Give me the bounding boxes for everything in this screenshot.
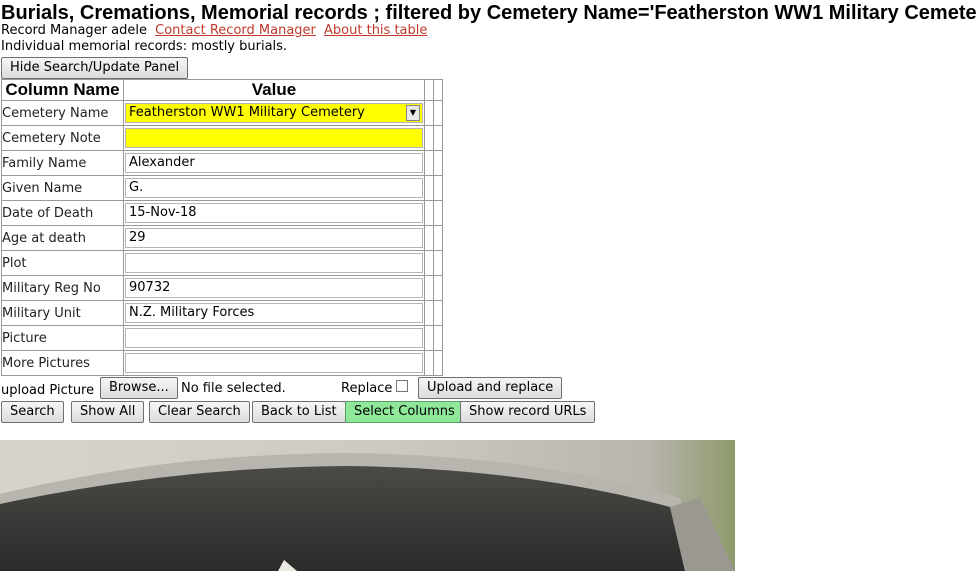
- row-label: Military Unit: [1, 300, 124, 326]
- table-row: Age at death 29: [1, 225, 443, 251]
- row-label: Given Name: [1, 175, 124, 201]
- row-label: Picture: [1, 325, 124, 351]
- replace-label: Replace: [341, 381, 393, 396]
- headstone-image: [0, 440, 735, 571]
- table-description: Individual memorial records: mostly buri…: [1, 39, 288, 54]
- table-row: Picture: [1, 325, 443, 351]
- row-label: Military Reg No: [1, 275, 124, 301]
- header-spacer: [433, 79, 443, 101]
- row-label: Cemetery Note: [1, 125, 124, 151]
- table-row: Military Reg No 90732: [1, 275, 443, 301]
- row-label: Plot: [1, 250, 124, 276]
- picture-input[interactable]: [125, 328, 423, 348]
- more-pictures-input[interactable]: [125, 353, 423, 373]
- table-header: Column Name Value: [1, 79, 443, 101]
- show-record-urls-button[interactable]: Show record URLs: [460, 401, 596, 423]
- cemetery-note-input[interactable]: [125, 128, 423, 148]
- table-row: Cemetery Note: [1, 125, 443, 151]
- upload-label: upload Picture: [1, 383, 95, 398]
- given-name-input[interactable]: G.: [125, 178, 423, 198]
- clear-search-button[interactable]: Clear Search: [149, 401, 250, 423]
- table-row: Plot: [1, 250, 443, 276]
- table-row: More Pictures: [1, 350, 443, 376]
- plot-input[interactable]: [125, 253, 423, 273]
- upload-replace-button[interactable]: Upload and replace: [418, 377, 563, 399]
- manager-text: Record Manager adele: [1, 23, 147, 38]
- cemetery-name-select[interactable]: Featherston WW1 Military Cemetery ▼: [125, 103, 423, 123]
- date-of-death-input[interactable]: 15-Nov-18: [125, 203, 423, 223]
- search-button[interactable]: Search: [1, 401, 64, 423]
- military-reg-no-input[interactable]: 90732: [125, 278, 423, 298]
- upload-row: upload Picture: [1, 380, 94, 402]
- page-title: Burials, Cremations, Memorial records ; …: [1, 2, 978, 24]
- row-label: Cemetery Name: [1, 100, 124, 126]
- headstone-photo: [0, 440, 735, 571]
- row-label: Family Name: [1, 150, 124, 176]
- row-label: Date of Death: [1, 200, 124, 226]
- row-label: More Pictures: [1, 350, 124, 376]
- table-row: Given Name G.: [1, 175, 443, 201]
- table-row: Date of Death 15-Nov-18: [1, 200, 443, 226]
- table-row: Family Name Alexander: [1, 150, 443, 176]
- row-label: Age at death: [1, 225, 124, 251]
- table-row: Military Unit N.Z. Military Forces: [1, 300, 443, 326]
- back-to-list-button[interactable]: Back to List: [252, 401, 346, 423]
- value-header: Value: [123, 79, 425, 101]
- browse-button[interactable]: Browse...: [100, 377, 178, 399]
- contact-manager-link[interactable]: Contact Record Manager: [155, 23, 316, 38]
- cemetery-name-value: Featherston WW1 Military Cemetery: [129, 105, 365, 120]
- header-spacer: [424, 79, 434, 101]
- select-columns-button[interactable]: Select Columns: [345, 401, 464, 423]
- chevron-down-icon[interactable]: ▼: [406, 105, 420, 121]
- military-unit-input[interactable]: N.Z. Military Forces: [125, 303, 423, 323]
- column-name-header: Column Name: [1, 79, 124, 101]
- file-status: No file selected.: [181, 381, 286, 396]
- manager-line: Record Manager adele Contact Record Mana…: [1, 23, 427, 39]
- age-at-death-input[interactable]: 29: [125, 228, 423, 248]
- toggle-panel-button[interactable]: Hide Search/Update Panel: [1, 57, 189, 79]
- record-table: Column Name Value Cemetery Name Feathers…: [1, 79, 443, 376]
- table-row: Cemetery Name Featherston WW1 Military C…: [1, 100, 443, 126]
- about-table-link[interactable]: About this table: [324, 23, 427, 38]
- replace-checkbox[interactable]: [396, 380, 408, 392]
- show-all-button[interactable]: Show All: [71, 401, 145, 423]
- family-name-input[interactable]: Alexander: [125, 153, 423, 173]
